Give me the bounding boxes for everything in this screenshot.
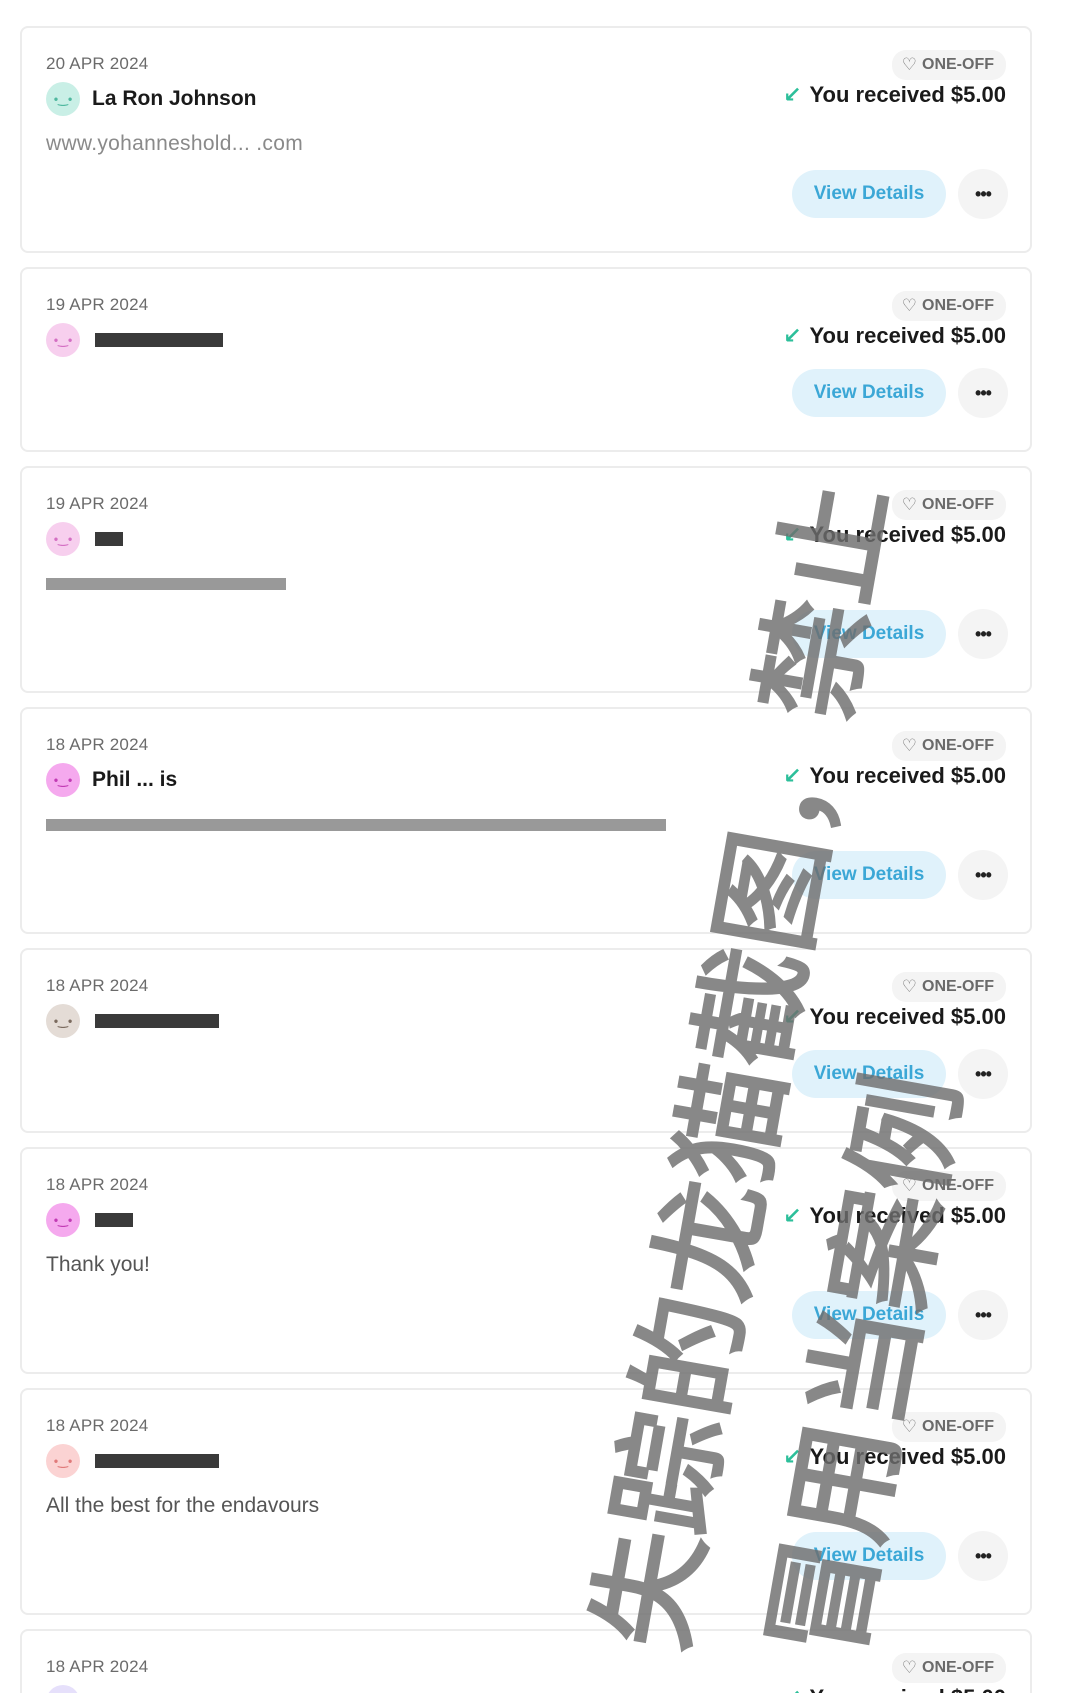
arrow-down-left-icon: ↙ — [783, 522, 802, 547]
one-off-badge: ♡ ONE-OFF — [891, 490, 1006, 520]
support-date: 19 APR 2024 — [46, 295, 149, 314]
heart-icon: ♡ — [901, 55, 917, 74]
arrow-down-left-icon: ↙ — [783, 1203, 802, 1228]
more-options-button[interactable]: ••• — [958, 368, 1008, 418]
supporter-info: •‿• — [46, 1004, 219, 1038]
support-card: 18 APR 2024 •‿• Thank you! ♡ ONE-OFF ↙ You… — [20, 1147, 1032, 1374]
more-options-button[interactable]: ••• — [958, 1531, 1008, 1581]
one-off-badge: ♡ ONE-OFF — [891, 1171, 1006, 1201]
support-date: 20 APR 2024 — [46, 54, 149, 73]
view-details-button[interactable]: View Details — [792, 1532, 946, 1580]
supporters-list: 20 APR 2024 •‿• La Ron Johnson www.yohan… — [20, 26, 1032, 1693]
arrow-down-left-icon: ↙ — [783, 1685, 801, 1693]
supporter-info: •‿• — [46, 522, 123, 556]
support-message — [46, 813, 666, 837]
support-date: 18 APR 2024 — [46, 1175, 149, 1194]
support-card: 19 APR 2024 •‿• ♡ ONE-OFF ↙ You received $… — [20, 267, 1032, 452]
arrow-down-left-icon: ↙ — [783, 1004, 802, 1029]
avatar: •‿• — [46, 82, 80, 116]
arrow-down-left-icon: ↙ — [783, 763, 802, 788]
more-options-button[interactable]: ••• — [958, 850, 1008, 900]
more-options-button[interactable]: ••• — [958, 169, 1008, 219]
received-amount: ↙You received $5.00 — [783, 1203, 1006, 1228]
supporter-name: Phil ... is — [92, 768, 178, 791]
one-off-badge: ♡ ONE-OFF — [891, 291, 1006, 321]
redacted-name — [95, 1454, 219, 1468]
support-message: All the best for the endavours — [46, 1494, 320, 1517]
heart-icon: ♡ — [901, 1417, 917, 1436]
support-card: 18 APR 2024 •‿• All the best for the end… — [20, 1388, 1032, 1615]
view-details-button[interactable]: View Details — [792, 369, 946, 417]
support-card: 20 APR 2024 •‿• La Ron Johnson www.yohan… — [20, 26, 1032, 253]
support-message: Thank you! — [46, 1253, 150, 1276]
view-details-button[interactable]: View Details — [792, 610, 946, 658]
heart-icon: ♡ — [901, 736, 917, 755]
heart-icon: ♡ — [901, 495, 917, 514]
supporter-name: La Ron Johnson — [92, 87, 257, 110]
redacted-name — [95, 1213, 133, 1227]
supporter-info: •‿• — [46, 1203, 133, 1237]
support-card: 18 APR 2024 •‿• ♡ONE-OFF ↙You received $… — [20, 948, 1032, 1133]
support-date: 18 APR 2024 — [46, 976, 149, 995]
arrow-down-left-icon: ↙ — [783, 1444, 802, 1469]
more-options-button[interactable]: ••• — [958, 609, 1008, 659]
support-card: 18 APR 2024 •‿• ♡ONE-OFF ↙You received $… — [20, 1629, 1032, 1693]
avatar: •‿• — [46, 323, 80, 357]
received-amount: ↙You received $5.00 — [783, 1444, 1006, 1469]
support-message: www.yohanneshold... .com — [46, 132, 303, 155]
support-date: 18 APR 2024 — [46, 1657, 149, 1676]
redacted-name — [95, 333, 223, 347]
avatar: •‿• — [46, 1203, 80, 1237]
view-details-button[interactable]: View Details — [792, 1050, 946, 1098]
received-amount: ↙You received $5.00 — [783, 323, 1006, 348]
avatar: •‿• — [46, 1444, 80, 1478]
avatar: •‿• — [46, 763, 80, 797]
heart-icon: ♡ — [901, 296, 917, 315]
supporter-info: •‿• — [46, 1685, 135, 1693]
redacted-name — [95, 532, 123, 546]
heart-icon: ♡ — [901, 1658, 917, 1677]
arrow-down-left-icon: ↙ — [783, 323, 802, 348]
supporter-info: •‿• La Ron Johnson — [46, 82, 257, 116]
view-details-button[interactable]: View Details — [792, 851, 946, 899]
avatar: •‿• — [46, 1004, 80, 1038]
view-details-button[interactable]: View Details — [792, 170, 946, 218]
heart-icon: ♡ — [901, 1176, 917, 1195]
support-date: 18 APR 2024 — [46, 1416, 149, 1435]
received-amount: ↙You received $5.00 — [783, 82, 1006, 107]
redacted-name — [95, 1014, 219, 1028]
supporter-info: •‿• Phil ... is — [46, 763, 177, 797]
more-options-button[interactable]: ••• — [958, 1290, 1008, 1340]
received-amount: ↙You received $5.00 — [783, 763, 1006, 788]
one-off-badge: ♡ ONE-OFF — [891, 972, 1006, 1002]
view-details-button[interactable]: View Details — [792, 1291, 946, 1339]
supporter-info: •‿• — [46, 323, 223, 357]
support-card: 18 APR 2024 •‿• Phil ... is ♡ ONE-OFF ↙ Yo… — [20, 707, 1032, 934]
more-options-button[interactable]: ••• — [958, 1049, 1008, 1099]
received-amount: ↙You received $5.00 — [783, 522, 1006, 547]
avatar: •‿• — [46, 1685, 80, 1693]
supporter-info: •‿• — [46, 1444, 219, 1478]
support-message — [46, 572, 286, 596]
received-amount: ↙You received $5.00 — [783, 1004, 1006, 1029]
one-off-badge: ♡ ONE-OFF — [891, 731, 1006, 761]
heart-icon: ♡ — [901, 977, 917, 996]
one-off-badge: ♡ ONE-OFF — [891, 1653, 1006, 1683]
one-off-badge: ♡ ONE-OFF — [891, 50, 1006, 80]
received-amount: ↙You received $5.00 — [783, 1685, 1006, 1693]
support-card: 19 APR 2024 •‿• ♡ ONE-OFF ↙ You received $… — [20, 466, 1032, 693]
one-off-badge: ♡ ONE-OFF — [891, 1412, 1006, 1442]
support-date: 18 APR 2024 — [46, 735, 149, 754]
support-date: 19 APR 2024 — [46, 494, 149, 513]
avatar: •‿• — [46, 522, 80, 556]
arrow-down-left-icon: ↙ — [783, 82, 802, 107]
